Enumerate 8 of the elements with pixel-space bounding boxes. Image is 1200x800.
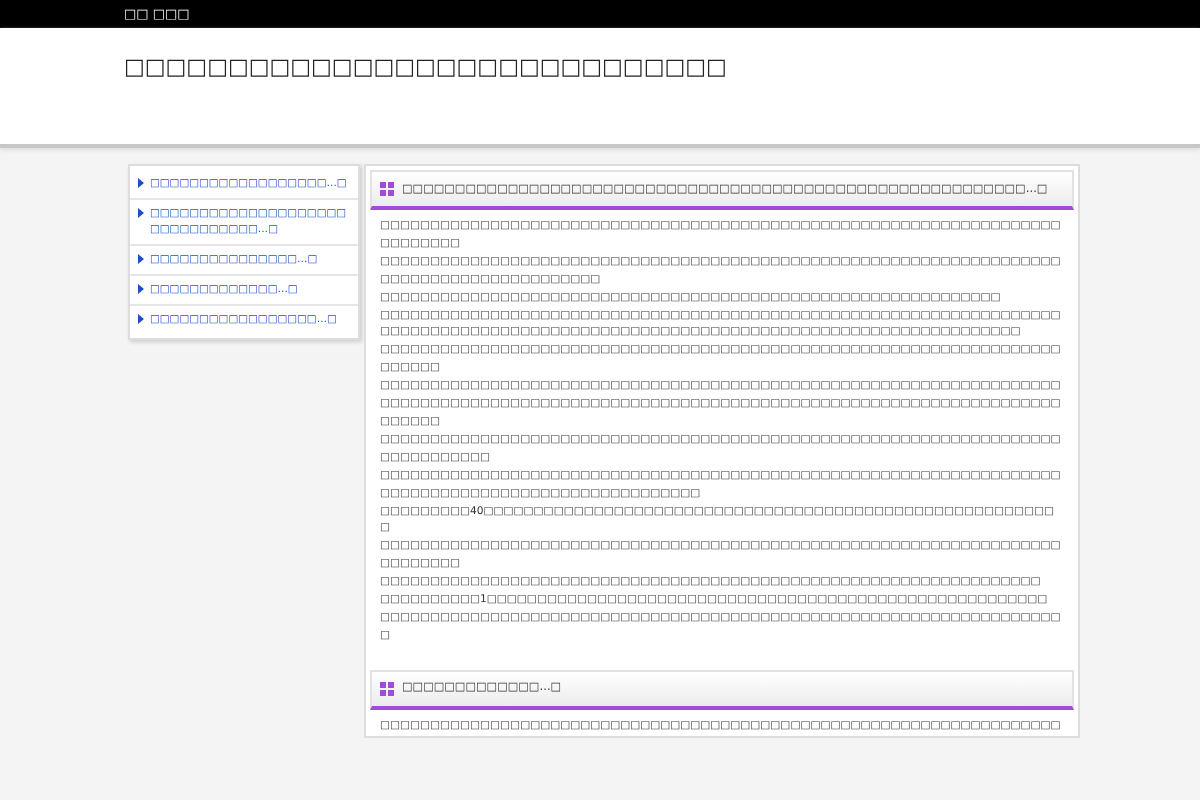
- triangle-icon: [138, 254, 144, 264]
- grid-icon: [380, 182, 394, 196]
- triangle-icon: [138, 314, 144, 324]
- site-title: □□□□□□□□□□□□□□□□□□□□□□□□□□□□□: [124, 54, 729, 80]
- grid-icon: [380, 681, 394, 696]
- triangle-icon: [138, 284, 144, 294]
- triangle-icon: [138, 178, 144, 188]
- triangle-icon: [138, 208, 144, 218]
